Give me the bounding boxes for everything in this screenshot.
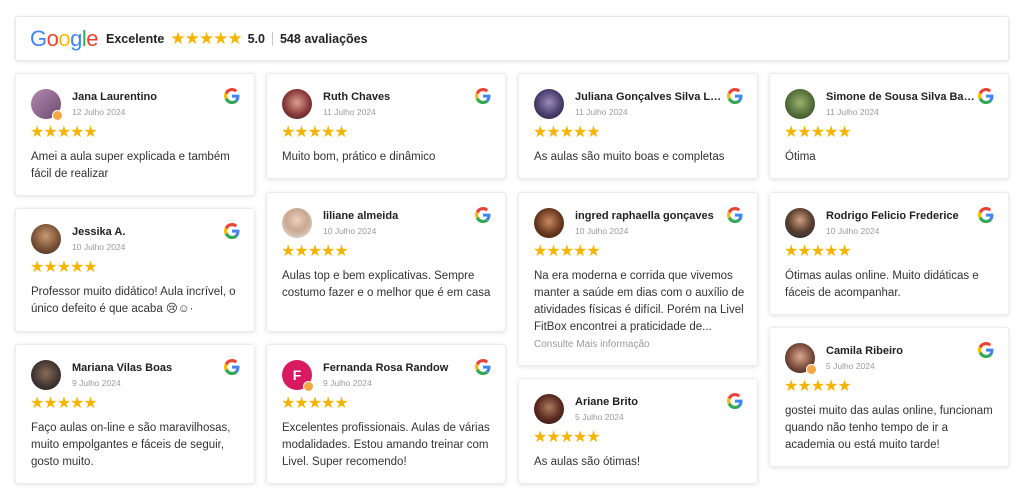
avatar (31, 224, 61, 254)
google-g-icon[interactable] (224, 88, 240, 104)
review-count[interactable]: 548 avaliações (280, 32, 368, 46)
google-g-icon[interactable] (727, 393, 743, 409)
reviewer-name[interactable]: Rodrigo Felicio Frederice (826, 210, 976, 222)
review-date: 5 Julho 2024 (826, 361, 875, 371)
reviewer-name[interactable]: ingred raphaella gonçaves (575, 210, 725, 222)
review-text: Amei a aula super explicada e também fác… (31, 151, 230, 180)
review-card: ingred raphaella gonçaves 10 Julho 2024 … (518, 192, 758, 366)
avatar (31, 360, 61, 390)
review-stars: ★★★★★ (784, 378, 852, 395)
review-date: 10 Julho 2024 (575, 226, 629, 236)
review-text: Excelentes profissionais. Aulas de vária… (282, 422, 490, 468)
review-date: 11 Julho 2024 (575, 107, 628, 117)
review-card: F Fernanda Rosa Randow 9 Julho 2024 ★★★★… (266, 344, 506, 484)
review-stars: ★★★★★ (533, 429, 601, 446)
review-text: Ótimas aulas online. Muito didáticas e f… (785, 270, 979, 299)
review-stars: ★★★★★ (784, 124, 852, 141)
review-card: Rodrigo Felicio Frederice 10 Julho 2024 … (769, 192, 1009, 315)
reviewer-name[interactable]: Fernanda Rosa Randow (323, 362, 473, 374)
divider (271, 31, 273, 46)
google-g-icon[interactable] (475, 88, 491, 104)
google-g-icon[interactable] (727, 207, 743, 223)
review-date: 11 Julho 2024 (323, 107, 376, 117)
avatar (785, 89, 815, 119)
summary-stars: ★★★★★ (170, 28, 242, 48)
review-card: Ariane Brito 5 Julho 2024 ★★★★★ As aulas… (518, 378, 758, 484)
review-stars: ★★★★★ (281, 243, 349, 260)
review-date: 10 Julho 2024 (826, 226, 880, 236)
level-badge (806, 364, 817, 375)
rating-summary-bar: Google Excelente ★★★★★ 5.0 548 avaliaçõe… (15, 16, 1009, 61)
avatar-initial: F (292, 367, 302, 383)
google-g-icon[interactable] (978, 342, 994, 358)
reviewer-name[interactable]: Ariane Brito (575, 396, 725, 408)
reviewer-name[interactable]: Simone de Sousa Silva Bar... (826, 91, 976, 103)
review-text: Muito bom, prático e dinâmico (282, 151, 436, 163)
review-card: liliane almeida 10 Julho 2024 ★★★★★ Aula… (266, 192, 506, 332)
review-date: 9 Julho 2024 (72, 378, 121, 388)
avatar (282, 89, 312, 119)
review-text: As aulas são ótimas! (534, 456, 641, 468)
rating-label: Excelente (106, 31, 165, 46)
review-text: Faço aulas on-line e são maravilhosas, m… (31, 422, 231, 468)
review-date: 5 Julho 2024 (575, 412, 624, 422)
reviewer-name[interactable]: liliane almeida (323, 210, 473, 222)
google-g-icon[interactable] (475, 207, 491, 223)
review-card: Jessika A. 10 Julho 2024 ★★★★★ Professor… (15, 208, 255, 332)
reviewer-name[interactable]: Ruth Chaves (323, 91, 473, 103)
review-stars: ★★★★★ (30, 124, 98, 141)
google-g-icon[interactable] (978, 207, 994, 223)
review-card: Juliana Gonçalves Silva Lo... 11 Julho 2… (518, 73, 758, 179)
google-g-icon[interactable] (475, 359, 491, 375)
google-g-icon[interactable] (978, 88, 994, 104)
review-text: Aulas top e bem explicativas. Sempre cos… (282, 270, 491, 299)
level-badge (303, 381, 314, 392)
review-stars: ★★★★★ (281, 124, 349, 141)
review-text: gostei muito das aulas online, funcionam… (785, 405, 993, 451)
review-date: 11 Julho 2024 (826, 107, 879, 117)
review-card: Mariana Vilas Boas 9 Julho 2024 ★★★★★ Fa… (15, 344, 255, 484)
avatar (282, 208, 312, 238)
review-stars: ★★★★★ (281, 395, 349, 412)
reviewer-name[interactable]: Camila Ribeiro (826, 345, 976, 357)
review-date: 10 Julho 2024 (323, 226, 377, 236)
review-text: Professor muito didático! Aula incrível,… (31, 286, 236, 315)
avatar (534, 394, 564, 424)
review-stars: ★★★★★ (30, 259, 98, 276)
reviewer-name[interactable]: Jessika A. (72, 226, 222, 238)
avatar (534, 208, 564, 238)
reviewer-name[interactable]: Jana Laurentino (72, 91, 222, 103)
google-g-icon[interactable] (727, 88, 743, 104)
google-logo: Google (30, 25, 99, 51)
review-date: 12 Julho 2024 (72, 107, 126, 117)
google-g-icon[interactable] (224, 223, 240, 239)
review-text: Na era moderna e corrida que vivemos man… (534, 270, 745, 333)
review-card: Ruth Chaves 11 Julho 2024 ★★★★★ Muito bo… (266, 73, 506, 179)
review-card: Simone de Sousa Silva Bar... 11 Julho 20… (769, 73, 1009, 179)
review-card: Jana Laurentino 12 Julho 2024 ★★★★★ Amei… (15, 73, 255, 196)
review-card: Camila Ribeiro 5 Julho 2024 ★★★★★ gostei… (769, 327, 1009, 467)
avatar (785, 208, 815, 238)
review-stars: ★★★★★ (30, 395, 98, 412)
review-date: 10 Julho 2024 (72, 242, 126, 252)
google-g-icon[interactable] (224, 359, 240, 375)
review-text: As aulas são muito boas e completas (534, 151, 725, 163)
review-text: Ótima (785, 151, 816, 163)
review-stars: ★★★★★ (784, 243, 852, 260)
reviewer-name[interactable]: Mariana Vilas Boas (72, 362, 222, 374)
review-date: 9 Julho 2024 (323, 378, 372, 388)
read-more-link[interactable]: Consulte Mais informação (534, 339, 650, 350)
review-stars: ★★★★★ (533, 243, 601, 260)
review-stars: ★★★★★ (533, 124, 601, 141)
rating-score: 5.0 (247, 31, 265, 46)
avatar (534, 89, 564, 119)
reviewer-name[interactable]: Juliana Gonçalves Silva Lo... (575, 91, 725, 103)
